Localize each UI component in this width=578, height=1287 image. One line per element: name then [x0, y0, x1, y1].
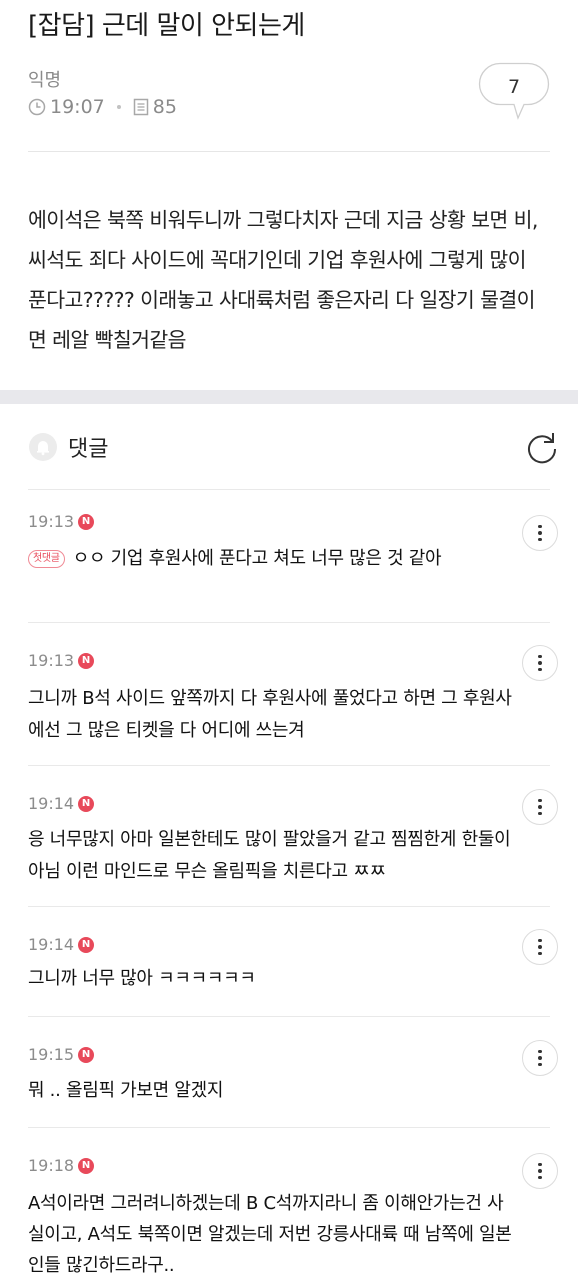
comment-time-row: 19:14 N [28, 935, 95, 954]
comment-time-row: 19:13 N [28, 651, 95, 670]
comment-item: 19:15 N 뭐 .. 올림픽 가보면 알겠지 [28, 1017, 558, 1128]
more-options-button[interactable] [522, 645, 558, 681]
comment-text: 응 너무많지 아마 일본한테도 많이 팔았을거 같고 찜찜한게 한둘이 아님 이… [28, 829, 511, 882]
author-name: 익명 [28, 70, 62, 91]
section-divider [0, 390, 578, 404]
more-options-button[interactable] [522, 515, 558, 551]
comment-time-row: 19:18 N [28, 1156, 95, 1175]
more-options-button[interactable] [522, 929, 558, 965]
comment-item: 19:18 N A석이라면 그러려니하겠는데 B C석까지라니 좀 이해안가는건… [28, 1128, 558, 1287]
more-options-button[interactable] [522, 1153, 558, 1189]
first-comment-badge: 첫댓글 [28, 550, 65, 568]
clock-icon [28, 98, 46, 116]
comment-text: 그니까 B석 사이드 앞쪽까지 다 후원사에 풀었다고 하면 그 후원사에선 그… [28, 688, 512, 741]
new-badge: N [78, 1046, 95, 1063]
comment-text: A석이라면 그러려니하겠는데 B C석까지라니 좀 이해안가는건 사실이고, A… [28, 1193, 512, 1276]
comment-item: 19:13 N 첫댓글 ㅇㅇ 기업 후원사에 푼다고 쳐도 너무 많은 것 같아 [28, 490, 558, 623]
post-title: [잡담] 근데 말이 안되는게 [28, 11, 305, 41]
comment-time: 19:18 [28, 1156, 75, 1175]
more-options-button[interactable] [522, 789, 558, 825]
post-meta: 19:07 85 [28, 96, 177, 118]
comment-time: 19:15 [28, 1045, 75, 1064]
views-icon [133, 98, 149, 116]
comments-header: 댓글 [28, 404, 557, 490]
comment-item: 19:13 N 그니까 B석 사이드 앞쪽까지 다 후원사에 풀었다고 하면 그… [28, 623, 558, 766]
new-badge: N [78, 513, 95, 530]
comment-text: 그니까 너무 많아 ㅋㅋㅋㅋㅋㅋ [28, 968, 256, 989]
more-options-button[interactable] [522, 1040, 558, 1076]
new-badge: N [78, 795, 95, 812]
comment-time-row: 19:14 N [28, 794, 95, 813]
comment-time-row: 19:13 N [28, 512, 95, 531]
comment-time: 19:13 [28, 512, 75, 531]
new-badge: N [78, 652, 95, 669]
bell-icon [29, 432, 57, 461]
comment-count: 7 [507, 76, 521, 98]
post-header: [잡담] 근데 말이 안되는게 익명 19:07 85 7 [28, 0, 550, 152]
view-count: 85 [152, 96, 177, 118]
comment-time-row: 19:15 N [28, 1045, 95, 1064]
post-time: 19:07 [50, 96, 105, 118]
post-body: 에이석은 북쪽 비워두니까 그렇다치자 근데 지금 상황 보면 비,씨석도 죄다… [28, 208, 538, 352]
comment-count-button[interactable]: 7 [478, 62, 550, 126]
comment-time: 19:13 [28, 651, 75, 670]
comment-time: 19:14 [28, 935, 75, 954]
meta-separator [116, 105, 121, 109]
comments-label: 댓글 [68, 436, 109, 462]
comment-body: 첫댓글 ㅇㅇ 기업 후원사에 푼다고 쳐도 너무 많은 것 같아 [28, 544, 498, 574]
comment-text: ㅇㅇ 기업 후원사에 푼다고 쳐도 너무 많은 것 같아 [72, 548, 442, 569]
comment-text: 뭐 .. 올림픽 가보면 알겠지 [28, 1080, 224, 1101]
comment-item: 19:14 N 응 너무많지 아마 일본한테도 많이 팔았을거 같고 찜찜한게 … [28, 766, 558, 907]
comment-time: 19:14 [28, 794, 75, 813]
new-badge: N [78, 1157, 95, 1174]
refresh-icon[interactable] [526, 430, 558, 464]
comment-item: 19:14 N 그니까 너무 많아 ㅋㅋㅋㅋㅋㅋ [28, 907, 558, 1017]
new-badge: N [78, 936, 95, 953]
